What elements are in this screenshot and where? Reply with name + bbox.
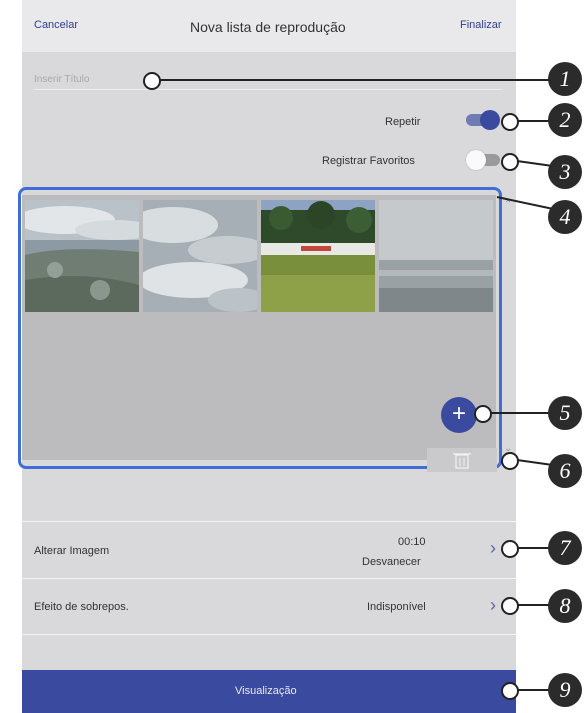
preview-button[interactable]: Visualização [22, 670, 516, 713]
divider [22, 634, 516, 635]
cancel-button[interactable]: Cancelar [34, 19, 78, 31]
trash-icon [453, 453, 471, 469]
callout-dot [143, 72, 161, 90]
callout-dot [501, 540, 519, 558]
callout-dot [501, 682, 519, 700]
overlay-effect-value: Indisponível [367, 601, 426, 613]
title-input[interactable]: Inserir Título [34, 74, 89, 85]
callout-number: 8 [548, 589, 582, 623]
chevron-right-icon[interactable]: › [490, 595, 496, 616]
chevron-right-icon[interactable]: › [490, 538, 496, 559]
callout-dot [501, 597, 519, 615]
finish-button[interactable]: Finalizar [460, 19, 502, 31]
callout-dot [501, 113, 519, 131]
change-image-label: Alterar Imagem [34, 545, 110, 557]
callout-number: 7 [548, 531, 582, 565]
toggle-knob [466, 150, 486, 170]
callout-number: 6 [548, 454, 582, 488]
repeat-toggle[interactable] [466, 110, 500, 130]
callout-number: 1 [548, 62, 582, 96]
title-underline [34, 89, 502, 90]
page-title: Nova lista de reprodução [190, 19, 346, 35]
callout-line [516, 160, 553, 168]
callout-dot [474, 405, 492, 423]
overlay-effect-label: Efeito de sobrepos. [34, 601, 129, 613]
image-list-scrollbar[interactable]: ⌃ ⌄ [500, 195, 516, 460]
callout-line [516, 459, 553, 467]
image-list-highlight [18, 187, 502, 469]
callout-number: 9 [548, 673, 582, 707]
callout-number: 5 [548, 396, 582, 430]
preview-button-label: Visualização [235, 685, 297, 697]
favorites-toggle[interactable] [466, 150, 500, 170]
callout-number: 3 [548, 155, 582, 189]
favorites-label: Registrar Favoritos [322, 155, 415, 167]
callout-number: 2 [548, 103, 582, 137]
callout-line [490, 412, 553, 414]
change-image-time: 00:10 [398, 536, 426, 548]
callout-line [159, 79, 554, 81]
callout-number: 4 [548, 200, 582, 234]
change-image-effect: Desvanecer [362, 556, 421, 568]
repeat-label: Repetir [385, 116, 421, 128]
toggle-knob [480, 110, 500, 130]
delete-button[interactable] [427, 448, 497, 472]
